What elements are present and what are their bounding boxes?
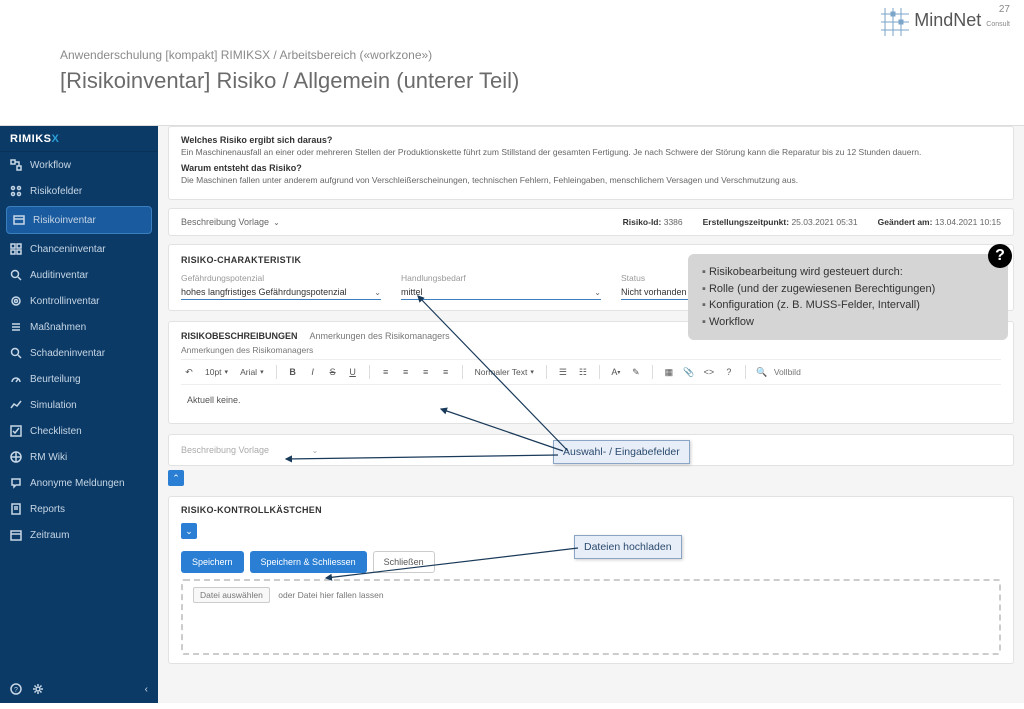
close-button[interactable]: Schließen <box>373 551 435 573</box>
save-close-button[interactable]: Speichern & Schliessen <box>250 551 367 573</box>
app-logo: RIMIKSX <box>0 126 158 152</box>
richtext-toolbar: ↶ 10pt ▾ Arial ▾ B I S U ≡ ≡ ≡ ≡ Normale… <box>181 359 1001 385</box>
chevron-down-icon: ⌄ <box>273 218 280 227</box>
collapse-sidebar-icon[interactable]: ‹ <box>145 684 148 695</box>
search-icon <box>10 347 22 359</box>
strike-button[interactable]: S <box>325 364 341 380</box>
field-gefaehrdung: Gefährdungspotenzial hohes langfristiges… <box>181 273 381 300</box>
attach-button[interactable]: 📎 <box>681 364 697 380</box>
collapse-toggle-2[interactable]: ⌄ <box>181 523 197 539</box>
inventory-icon <box>13 214 25 226</box>
align-right-button[interactable]: ≡ <box>418 364 434 380</box>
sidebar-item-simulation[interactable]: Simulation <box>0 392 158 418</box>
svg-text:?: ? <box>14 687 18 694</box>
search-icon[interactable]: 🔍 <box>754 364 770 380</box>
sidebar-item-workflow[interactable]: Workflow <box>0 152 158 178</box>
sidebar-item-risikofelder[interactable]: Risikofelder <box>0 178 158 204</box>
collapse-toggle[interactable]: ⌃ <box>168 470 184 486</box>
sidebar-item-chanceninventar[interactable]: Chanceninventar <box>0 236 158 262</box>
underline-button[interactable]: U <box>345 364 361 380</box>
gauge-icon <box>10 373 22 385</box>
annotation-upload: Dateien hochladen <box>574 535 682 559</box>
field-handlungsbedarf: Handlungsbedarf mittel⌄ <box>401 273 601 300</box>
question-1: Welches Risiko ergibt sich daraus? <box>181 135 1001 145</box>
list-ul-button[interactable]: ☰ <box>555 364 571 380</box>
answer-2: Die Maschinen fallen unter anderem aufgr… <box>181 175 1001 185</box>
wiki-icon <box>10 451 22 463</box>
help-annotation: Risikobearbeitung wird gesteuert durch: … <box>688 254 1008 340</box>
fullscreen-input[interactable] <box>774 367 824 377</box>
select-gefaehrdung[interactable]: hohes langfristiges Gefährdungspotenzial… <box>181 285 381 300</box>
file-dropzone[interactable]: Datei auswählen oder Datei hier fallen l… <box>181 579 1001 655</box>
image-button[interactable]: ▦ <box>661 364 677 380</box>
align-center-button[interactable]: ≡ <box>398 364 414 380</box>
help-button[interactable]: ? <box>721 364 737 380</box>
sidebar: RIMIKSX Workflow Risikofelder Risikoinve… <box>0 126 158 703</box>
sidebar-item-anonym[interactable]: Anonyme Meldungen <box>0 470 158 496</box>
sidebar-item-checklisten[interactable]: Checklisten <box>0 418 158 444</box>
bold-button[interactable]: B <box>285 364 301 380</box>
risk-description-card: Welches Risiko ergibt sich daraus? Ein M… <box>168 126 1014 200</box>
dropzone-hint: oder Datei hier fallen lassen <box>278 590 383 600</box>
breadcrumb: Anwenderschulung [kompakt] RIMIKSX / Arb… <box>60 48 519 62</box>
clear-button[interactable]: ✎ <box>628 364 644 380</box>
calendar-icon <box>10 529 22 541</box>
message-icon <box>10 477 22 489</box>
target-icon <box>10 295 22 307</box>
workflow-icon <box>10 159 22 171</box>
undo-button[interactable]: ↶ <box>181 364 197 380</box>
sidebar-item-massnahmen[interactable]: Maßnahmen <box>0 314 158 340</box>
align-justify-button[interactable]: ≡ <box>438 364 454 380</box>
template-dropdown[interactable]: Beschreibung Vorlage ⌄ <box>181 217 280 227</box>
question-2: Warum entsteht das Risiko? <box>181 163 1001 173</box>
page-title: [Risikoinventar] Risiko / Allgemein (unt… <box>60 68 519 94</box>
annotation-fields: Auswahl- / Eingabefelder <box>553 440 690 464</box>
chevron-down-icon: ⌄ <box>594 288 601 297</box>
check-icon <box>10 425 22 437</box>
answer-1: Ein Maschinenausfall an einer oder mehre… <box>181 147 1001 157</box>
gear-icon[interactable] <box>32 683 44 695</box>
list-ol-button[interactable]: ☷ <box>575 364 591 380</box>
save-button[interactable]: Speichern <box>181 551 244 573</box>
sidebar-item-kontrollinventar[interactable]: Kontrollinventar <box>0 288 158 314</box>
fontsize-select[interactable]: 10pt ▾ <box>201 366 232 378</box>
question-mark-icon: ? <box>988 244 1012 268</box>
format-select[interactable]: Normaler Text ▾ <box>471 366 538 378</box>
textcolor-button[interactable]: A▾ <box>608 364 624 380</box>
file-picker-button[interactable]: Datei auswählen <box>193 587 270 603</box>
chevron-down-icon: ⌄ <box>374 288 381 297</box>
fontfamily-select[interactable]: Arial ▾ <box>236 366 268 378</box>
select-handlungsbedarf[interactable]: mittel⌄ <box>401 285 601 300</box>
main-content: Welches Risiko ergibt sich daraus? Ein M… <box>158 126 1024 703</box>
meta-row: Beschreibung Vorlage ⌄ Risiko-Id: 3386 E… <box>168 208 1014 236</box>
align-left-button[interactable]: ≡ <box>378 364 394 380</box>
slide-header: Anwenderschulung [kompakt] RIMIKSX / Arb… <box>60 48 519 94</box>
audit-icon <box>10 269 22 281</box>
list-icon <box>10 321 22 333</box>
italic-button[interactable]: I <box>305 364 321 380</box>
sidebar-item-zeitraum[interactable]: Zeitraum <box>0 522 158 548</box>
sidebar-item-reports[interactable]: Reports <box>0 496 158 522</box>
kontroll-section: RISIKO-KONTROLLKÄSTCHEN ⌄ Speichern Spei… <box>168 496 1014 664</box>
grid-icon <box>10 185 22 197</box>
chart-icon <box>10 399 22 411</box>
sidebar-item-beurteilung[interactable]: Beurteilung <box>0 366 158 392</box>
help-icon[interactable]: ? <box>10 683 22 695</box>
sidebar-item-auditinventar[interactable]: Auditinventar <box>0 262 158 288</box>
editor-body[interactable]: Aktuell keine. <box>181 385 1001 415</box>
sidebar-item-schadeninventar[interactable]: Schadeninventar <box>0 340 158 366</box>
code-button[interactable]: <> <box>701 364 717 380</box>
sidebar-item-risikoinventar[interactable]: Risikoinventar <box>6 206 152 234</box>
sidebar-item-rmwiki[interactable]: RM Wiki <box>0 444 158 470</box>
report-icon <box>10 503 22 515</box>
grid-icon <box>10 243 22 255</box>
brand-logo: MindNet Consult <box>881 8 1010 39</box>
